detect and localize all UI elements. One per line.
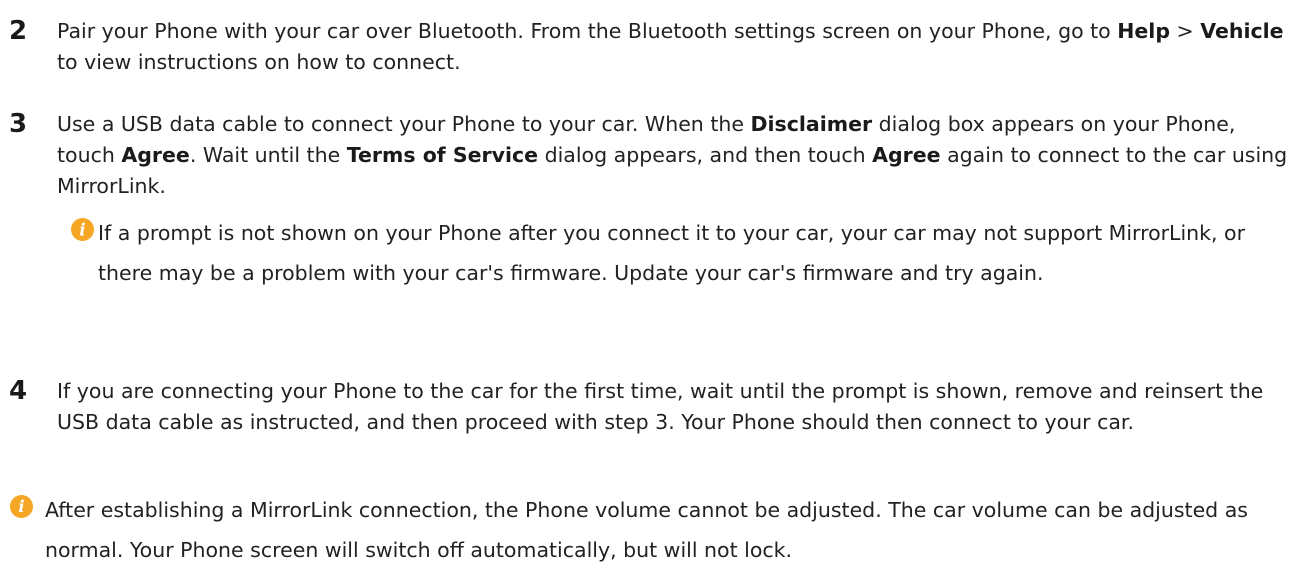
step-number: 4 xyxy=(9,376,28,406)
step-number: 2 xyxy=(9,16,28,46)
emphasis-text: Vehicle xyxy=(1200,19,1284,43)
note-text: After establishing a MirrorLink connecti… xyxy=(45,498,1248,562)
text-run: Pair your Phone with your car over Bluet… xyxy=(57,19,1118,43)
text-run: > xyxy=(1170,19,1201,43)
step-number: 3 xyxy=(9,109,28,139)
emphasis-text: Terms of Service xyxy=(346,143,539,167)
note-text: If a prompt is not shown on your Phone a… xyxy=(98,221,1246,285)
step-text: Pair your Phone with your car over Bluet… xyxy=(57,16,1290,78)
svg-text:i: i xyxy=(79,220,85,239)
text-run: If you are connecting your Phone to the … xyxy=(57,379,1264,434)
step-2: 2 Pair your Phone with your car over Blu… xyxy=(0,16,1290,78)
info-icon: i xyxy=(10,495,33,518)
emphasis-text: Agree xyxy=(121,143,190,167)
step-4: 4 If you are connecting your Phone to th… xyxy=(0,376,1290,438)
emphasis-text: Help xyxy=(1117,19,1171,43)
step-text: If you are connecting your Phone to the … xyxy=(57,376,1290,438)
step-3: 3 Use a USB data cable to connect your P… xyxy=(0,109,1290,202)
info-icon: i xyxy=(71,218,94,241)
text-run: . Wait until the xyxy=(189,143,347,167)
text-run: to view instructions on how to connect. xyxy=(57,50,461,74)
info-note: i After establishing a MirrorLink connec… xyxy=(10,490,1290,570)
step-text: Use a USB data cable to connect your Pho… xyxy=(57,109,1290,202)
svg-text:i: i xyxy=(18,497,24,516)
info-note: i If a prompt is not shown on your Phone… xyxy=(71,213,1271,293)
emphasis-text: Disclaimer xyxy=(750,112,873,136)
text-run: Use a USB data cable to connect your Pho… xyxy=(57,112,751,136)
emphasis-text: Agree xyxy=(872,143,941,167)
text-run: dialog appears, and then touch xyxy=(538,143,873,167)
